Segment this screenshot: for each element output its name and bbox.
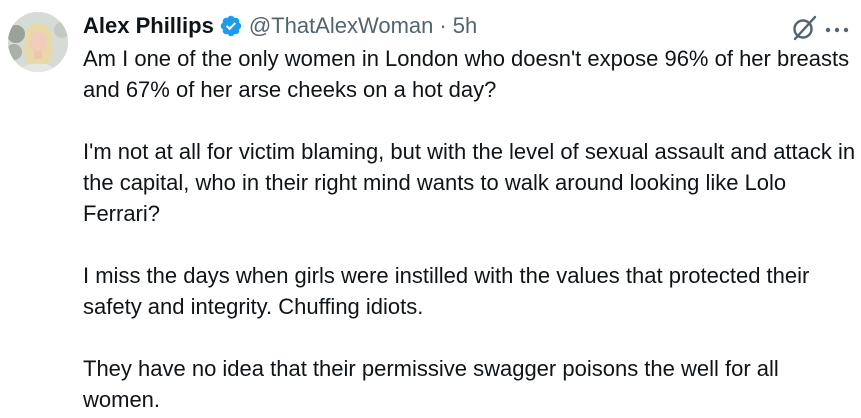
avatar-image — [8, 12, 68, 72]
separator-dot: · — [439, 13, 447, 38]
tweet-timestamp[interactable]: 5h — [453, 11, 477, 41]
avatar[interactable] — [8, 12, 68, 72]
tweet: Alex Phillips @ThatAlexWoman · 5h Am I o… — [0, 0, 861, 418]
author-display-name[interactable]: Alex Phillips — [83, 11, 214, 41]
tweet-paragraph: Am I one of the only women in London who… — [83, 46, 850, 102]
tweet-paragraph: They have no idea that their permissive … — [83, 356, 779, 412]
tweet-paragraph: I'm not at all for victim blaming, but w… — [83, 139, 856, 226]
tweet-text: Am I one of the only women in London who… — [83, 43, 858, 415]
author-handle[interactable]: @ThatAlexWoman — [249, 11, 434, 41]
tweet-header: Alex Phillips @ThatAlexWoman · 5h — [83, 11, 477, 41]
verified-badge-icon — [219, 14, 243, 38]
tweet-paragraph: I miss the days when girls were instille… — [83, 263, 810, 319]
more-options-icon[interactable] — [822, 14, 852, 42]
grok-icon[interactable] — [790, 14, 818, 42]
